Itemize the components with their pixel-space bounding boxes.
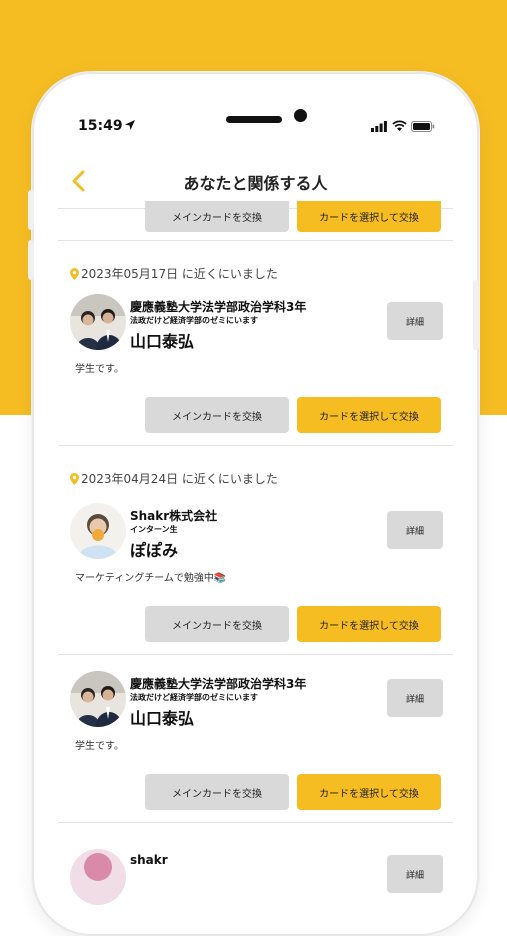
person-name: 山口泰弘 xyxy=(130,709,195,728)
entry-actions: メインカードを交換 カードを選択して交換 xyxy=(58,606,453,642)
profile-card[interactable]: 慶應義塾大学法学部政治学科3年 法政だけど経済学部のゼミにいます 山口泰弘 詳細 xyxy=(58,294,453,362)
side-button xyxy=(28,190,34,230)
profile-card[interactable]: 慶應義塾大学法学部政治学科3年 法政だけど経済学部のゼミにいます 山口泰弘 詳細 xyxy=(58,671,453,739)
main-card-exchange-button[interactable]: メインカードを交換 xyxy=(145,201,289,232)
organization: Shakr株式会社 xyxy=(130,509,218,523)
person-name: 山口泰弘 xyxy=(130,332,195,351)
role: インターン生 xyxy=(130,525,178,534)
main-card-exchange-button[interactable]: メインカードを交換 xyxy=(145,397,289,433)
role: 法政だけど経済学部のゼミにいます xyxy=(130,316,258,325)
status-bar: 15:49 xyxy=(58,96,453,156)
organization: 慶應義塾大学法学部政治学科3年 xyxy=(130,677,307,691)
select-card-exchange-button[interactable]: カードを選択して交換 xyxy=(297,201,441,232)
main-card-exchange-button[interactable]: メインカードを交換 xyxy=(145,774,289,810)
bio: マーケティングチームで勉強中📚 xyxy=(75,573,227,584)
select-card-exchange-button[interactable]: カードを選択して交換 xyxy=(297,774,441,810)
status-time: 15:49 xyxy=(78,118,123,134)
detail-button[interactable]: 詳細 xyxy=(387,302,443,340)
encounter-text: 2023年05月17日 に近くにいました xyxy=(81,267,278,281)
avatar xyxy=(70,294,126,350)
profile-card[interactable]: shakr 詳細 xyxy=(58,849,453,917)
page-title: あなたと関係する人 xyxy=(183,174,328,193)
location-pin-icon xyxy=(70,267,79,280)
avatar xyxy=(70,503,126,559)
organization: 慶應義塾大学法学部政治学科3年 xyxy=(130,300,307,314)
detail-button[interactable]: 詳細 xyxy=(387,855,443,893)
wifi-icon xyxy=(392,120,407,132)
select-card-exchange-button[interactable]: カードを選択して交換 xyxy=(297,397,441,433)
side-button xyxy=(473,280,479,350)
detail-button[interactable]: 詳細 xyxy=(387,679,443,717)
role: 法政だけど経済学部のゼミにいます xyxy=(130,693,258,702)
entry-actions: メインカードを交換 カードを選択して交換 xyxy=(58,397,453,433)
speaker-notch xyxy=(226,116,282,123)
organization: shakr xyxy=(130,853,168,867)
app-screen: 15:49 あなたと関係する人 メインカードを交換 カードを選択して交換 202… xyxy=(58,96,453,934)
list-item: 慶應義塾大学法学部政治学科3年 法政だけど経済学部のゼミにいます 山口泰弘 詳細… xyxy=(58,671,453,810)
profile-card[interactable]: Shakr株式会社 インターン生 ぽぽみ 詳細 xyxy=(58,503,453,571)
avatar xyxy=(70,849,126,905)
person-name: ぽぽみ xyxy=(130,541,179,560)
main-card-exchange-button[interactable]: メインカードを交換 xyxy=(145,606,289,642)
entry-divider xyxy=(58,445,453,446)
encounter-text: 2023年04月24日 に近くにいました xyxy=(81,472,278,486)
list-item: 2023年05月17日 に近くにいました 慶應義塾大学法学部政治学科3年 法政だ… xyxy=(58,265,453,433)
location-pin-icon xyxy=(70,472,79,485)
list-item: shakr 詳細 xyxy=(58,849,453,917)
entry-actions: メインカードを交換 カードを選択して交換 xyxy=(58,774,453,810)
entry-divider xyxy=(58,654,453,655)
entry-divider xyxy=(58,822,453,823)
cellular-signal-icon xyxy=(371,121,387,132)
battery-icon xyxy=(411,121,435,132)
location-arrow-icon xyxy=(125,120,135,130)
phone-frame: 15:49 あなたと関係する人 メインカードを交換 カードを選択して交換 202… xyxy=(32,72,479,936)
relationship-feed: メインカードを交換 カードを選択して交換 2023年05月17日 に近くにいまし… xyxy=(58,201,453,934)
avatar xyxy=(70,671,126,727)
camera-dot xyxy=(294,109,307,122)
list-item: 2023年04月24日 に近くにいました Shakr株式会社 インターン生 ぽぽ… xyxy=(58,470,453,642)
encounter-line: 2023年05月17日 に近くにいました xyxy=(58,265,453,282)
bio: 学生です。 xyxy=(75,364,124,375)
entry-divider xyxy=(58,240,453,241)
previous-entry-actions: メインカードを交換 カードを選択して交換 xyxy=(58,201,453,232)
detail-button[interactable]: 詳細 xyxy=(387,511,443,549)
bio: 学生です。 xyxy=(75,741,124,752)
side-button xyxy=(28,240,34,280)
encounter-line: 2023年04月24日 に近くにいました xyxy=(58,470,453,487)
select-card-exchange-button[interactable]: カードを選択して交換 xyxy=(297,606,441,642)
